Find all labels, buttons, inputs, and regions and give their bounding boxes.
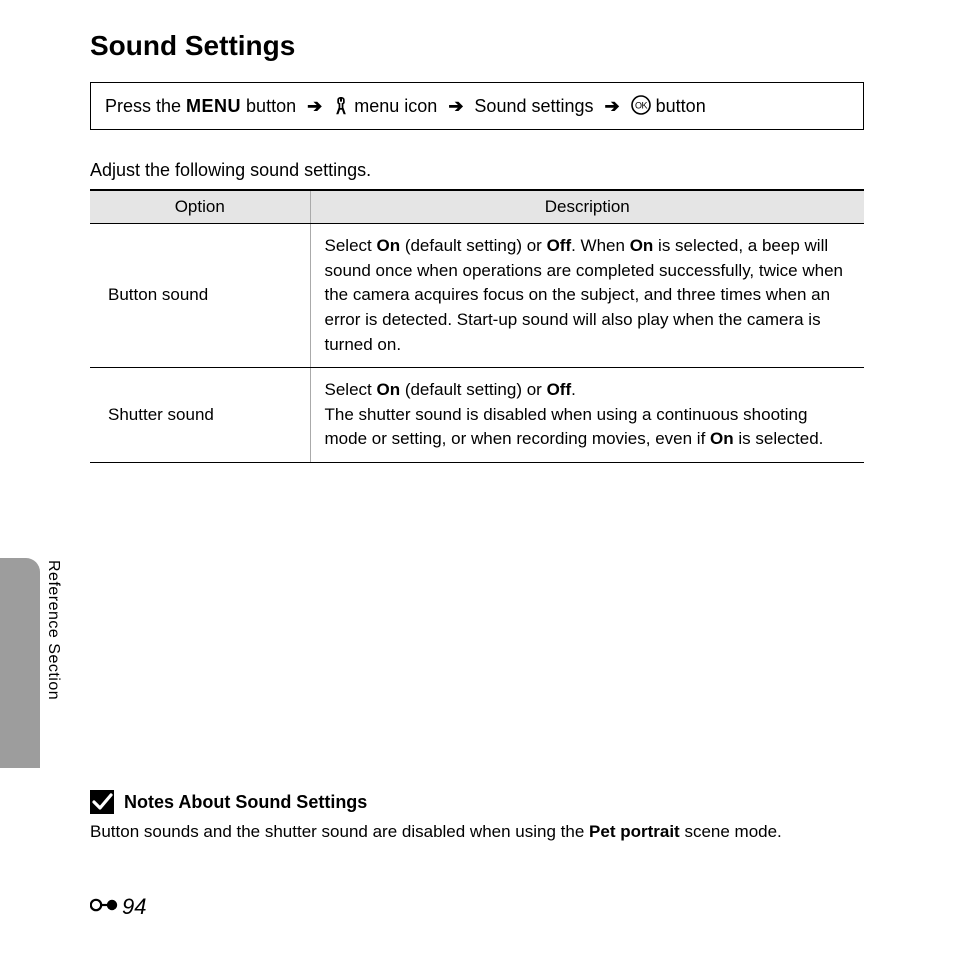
- text: .: [571, 380, 576, 399]
- nav-after-ok: button: [656, 96, 706, 116]
- notes-body: Button sounds and the shutter sound are …: [90, 820, 864, 844]
- ok-button-icon: OK: [631, 96, 656, 116]
- reference-link-icon: [90, 894, 118, 920]
- bold-text: Off: [547, 380, 572, 399]
- arrow-icon: ➔: [448, 96, 463, 116]
- side-tab: [0, 558, 40, 768]
- page-title: Sound Settings: [90, 30, 864, 62]
- check-box-icon: [90, 790, 114, 814]
- arrow-icon: ➔: [307, 96, 322, 116]
- notes-block: Notes About Sound Settings Button sounds…: [90, 790, 864, 844]
- bold-text: Off: [547, 236, 572, 255]
- nav-after-menu: button: [241, 96, 296, 116]
- page-number-value: 94: [122, 894, 146, 920]
- option-cell: Shutter sound: [90, 368, 310, 463]
- col-header-description: Description: [310, 190, 864, 224]
- intro-text: Adjust the following sound settings.: [90, 160, 864, 181]
- bold-text: On: [630, 236, 654, 255]
- text: Select: [325, 236, 377, 255]
- menu-button-label: MENU: [186, 96, 241, 116]
- table-row: Shutter sound Select On (default setting…: [90, 368, 864, 463]
- table-row: Button sound Select On (default setting)…: [90, 224, 864, 368]
- svg-text:OK: OK: [635, 101, 648, 111]
- text: Button sounds and the shutter sound are …: [90, 822, 589, 841]
- nav-step-text: Sound settings: [474, 96, 593, 116]
- text: is selected.: [734, 429, 824, 448]
- col-header-option: Option: [90, 190, 310, 224]
- nav-after-icon1: menu icon: [354, 96, 437, 116]
- section-label: Reference Section: [44, 560, 62, 700]
- text: (default setting) or: [400, 380, 546, 399]
- description-cell: Select On (default setting) or Off. When…: [310, 224, 864, 368]
- notes-title: Notes About Sound Settings: [124, 792, 367, 813]
- text: . When: [571, 236, 630, 255]
- text: Select: [325, 380, 377, 399]
- bold-text: On: [376, 236, 400, 255]
- text: (default setting) or: [400, 236, 546, 255]
- description-cell: Select On (default setting) or Off. The …: [310, 368, 864, 463]
- page-number: 94: [90, 894, 146, 920]
- navigation-path-box: Press the MENU button ➔ menu icon ➔ Soun…: [90, 82, 864, 130]
- wrench-icon: [333, 96, 354, 116]
- text: scene mode.: [680, 822, 782, 841]
- bold-text: On: [710, 429, 734, 448]
- bold-text: Pet portrait: [589, 822, 680, 841]
- bold-text: On: [376, 380, 400, 399]
- settings-table: Option Description Button sound Select O…: [90, 189, 864, 463]
- option-cell: Button sound: [90, 224, 310, 368]
- arrow-icon: ➔: [605, 96, 620, 116]
- nav-prefix: Press the: [105, 96, 186, 116]
